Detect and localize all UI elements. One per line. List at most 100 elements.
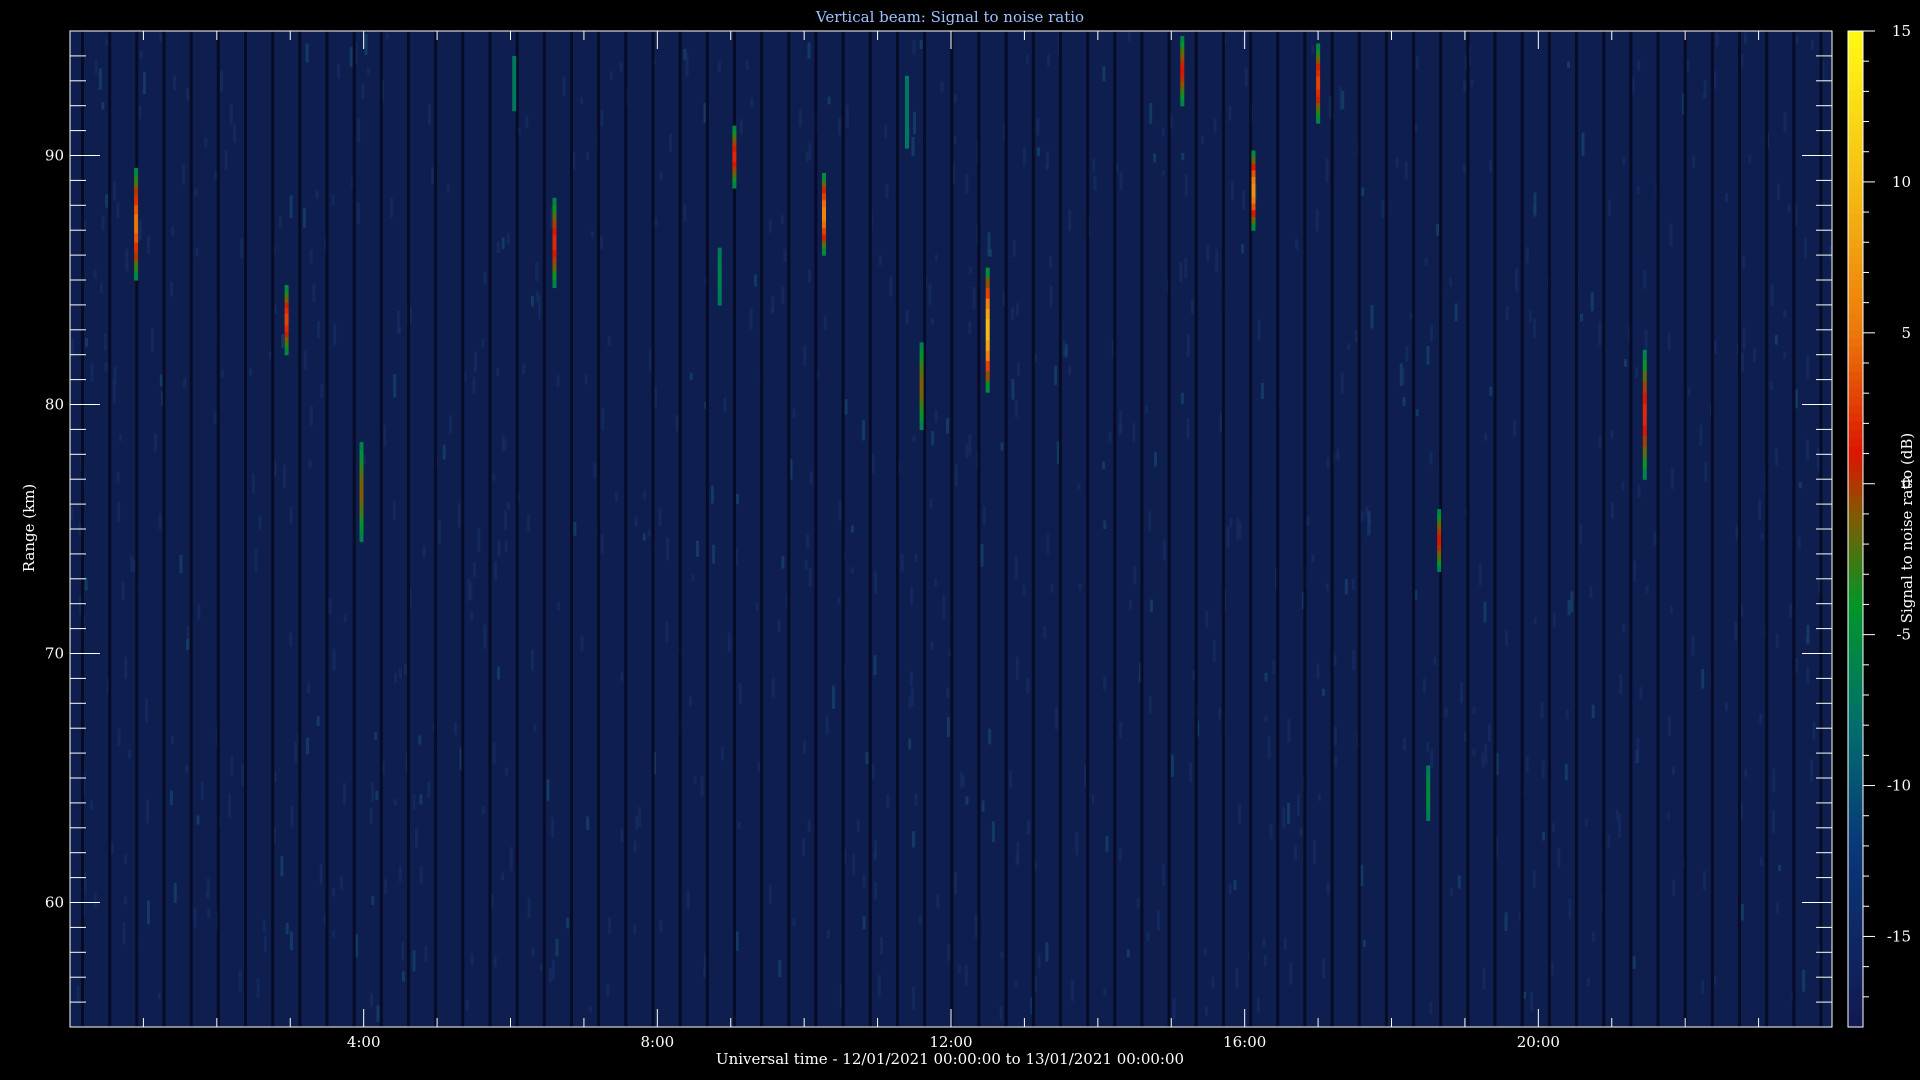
noise-cell [877,974,881,997]
noise-cell [1454,303,1458,322]
noise-cell [540,964,543,971]
gap-stripe [787,31,791,1027]
noise-cell [608,916,612,934]
echo-cell [284,314,289,321]
echo-cell [919,378,924,387]
noise-cell [1015,854,1019,865]
noise-cell [398,866,402,882]
noise-cell [1365,507,1369,518]
noise-cell [807,42,811,59]
echo-cell [1316,50,1321,58]
colorbar-cell [1848,97,1863,107]
noise-cell [1132,423,1136,443]
x-tick-label: 8:00 [640,1033,674,1051]
colorbar-cell [1848,155,1863,165]
noise-cell [1584,818,1588,826]
gap-stripe [434,31,438,1027]
noise-cell [825,715,829,735]
echo-cell [919,400,924,409]
noise-cell [826,929,830,939]
echo-cell [284,308,289,315]
noise-cell [93,893,97,908]
echo-cell [134,252,139,262]
noise-cell [889,276,893,297]
noise-cell [1489,386,1493,396]
noise-cell [1798,481,1802,489]
noise-cell [1436,223,1440,236]
noise-cell [309,249,313,264]
noise-cell [1759,714,1763,724]
noise-cell [634,516,638,527]
noise-cell [865,752,869,765]
noise-cell [1077,483,1081,490]
noise-cell [727,632,731,653]
colorbar-cell [1848,595,1863,605]
gap-stripe [895,31,899,1027]
noise-cell [1047,54,1051,67]
echo-cell [732,130,737,137]
noise-cell [1783,112,1787,133]
noise-cell [138,219,142,241]
gap-stripe [515,31,519,1027]
noise-cell [533,724,537,732]
colorbar-cell [1848,728,1863,738]
noise-cell [186,87,190,101]
noise-cell [1701,668,1705,689]
noise-cell [1026,54,1030,64]
noise-cell [1017,362,1020,376]
noise-cell [573,522,577,536]
noise-cell [339,875,343,890]
echo-cell [134,270,139,281]
noise-cell [427,781,431,798]
noise-cell [1226,526,1230,549]
noise-cell [792,408,796,418]
gap-stripe [1330,31,1334,1027]
echo-cell [905,136,909,143]
noise-cell [1715,33,1719,47]
noise-cell [289,506,293,524]
noise-cell [1806,355,1810,379]
noise-cell [121,581,125,600]
echo-cell [1180,41,1185,49]
echo-cell [717,300,722,306]
echo-cell [134,242,139,253]
echo-cell [359,441,364,451]
noise-cell [911,137,915,157]
noise-cell [1743,32,1747,45]
noise-cell [415,828,419,848]
noise-cell [1783,351,1787,359]
noise-cell [506,502,510,510]
colorbar-cell [1848,645,1863,655]
colorbar-cell [1848,852,1863,862]
colorbar-cell [1848,686,1863,696]
noise-cell [101,102,105,110]
noise-cell [393,799,397,806]
noise-cell [117,501,121,523]
colorbar-cell [1848,437,1863,447]
colorbar-cell [1848,462,1863,472]
colorbar-cell [1848,479,1863,489]
noise-cell [1326,882,1330,895]
noise-cell [908,738,912,750]
echo-cell [717,295,722,301]
echo-cell [1180,76,1185,84]
echo-cell [905,124,909,131]
gap-stripe [1113,31,1117,1027]
noise-cell [750,98,754,107]
noise-cell [1272,660,1276,675]
noise-cell [1666,812,1670,820]
echo-cell [1437,555,1442,562]
noise-cell [1653,530,1657,546]
noise-cell [118,434,122,442]
noise-cell [428,104,431,126]
gap-stripe [1602,31,1606,1027]
noise-cell [1126,949,1130,958]
noise-cell [1426,346,1430,365]
noise-cell [905,309,909,325]
noise-cell [803,345,807,367]
noise-cell [738,683,742,704]
echo-cell [512,92,517,98]
echo-cell [822,172,826,181]
echo-cell [1180,59,1185,66]
noise-cell [1481,753,1485,768]
